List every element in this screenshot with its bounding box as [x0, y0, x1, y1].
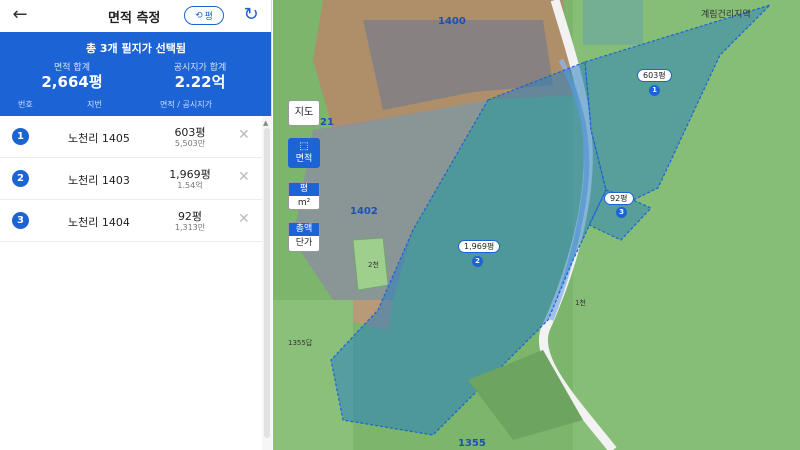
square-select-icon: ⬚ [299, 141, 309, 152]
lot-label-1355: 1355 [458, 438, 486, 449]
close-icon[interactable]: ✕ [238, 127, 250, 143]
parcel-pin-label-3[interactable]: 92평 [604, 192, 634, 205]
parcel-number-badge: 1 [12, 128, 29, 145]
swap-icon: ⟲ [195, 10, 203, 21]
unit-toggle-label: 평 [204, 12, 213, 22]
unit-m2-label: m² [297, 198, 311, 208]
map-view[interactable]: 계림건리지역 [273, 0, 800, 450]
parcel-price: 1,313만 [174, 223, 206, 232]
scrollbar-thumb[interactable] [264, 128, 270, 438]
parcel-lot: 노천리 1404 [68, 216, 130, 229]
parcel-pin-number-2[interactable]: 2 [472, 256, 483, 267]
area-measure-button[interactable]: ⬚ 면적 [288, 138, 320, 168]
area-measure-label: 면적 [295, 154, 313, 164]
close-icon[interactable]: ✕ [238, 169, 250, 185]
summary-box: 총 3개 필지가 선택됨 면적 합계 2,664평 공시지가 합계 2.22억 … [0, 32, 271, 116]
lot-label-2: 2천 [368, 261, 379, 269]
measurement-panel: ← 면적 측정 ⟲ 평 ↻ 총 3개 필지가 선택됨 면적 합계 2,664평 … [0, 0, 272, 450]
parcel-lot: 노천리 1405 [68, 132, 130, 145]
column-header-no: 번호 [18, 100, 33, 109]
lot-label-1355-paddy: 1355답 [288, 339, 313, 347]
unit-pyeong-label: 평 [289, 183, 319, 196]
parcel-pin-label-1[interactable]: 603평 [637, 69, 672, 82]
lot-label-1402: 1402 [350, 206, 378, 217]
parcel-pin-label-2[interactable]: 1,969평 [458, 240, 501, 253]
greenhouses [583, 0, 643, 45]
unit-price-label: 단가 [295, 238, 313, 248]
total-price-label: 총액 [289, 223, 319, 236]
parcel-number-badge: 3 [12, 212, 29, 229]
reset-icon[interactable]: ↻ [240, 4, 262, 26]
area-total-value: 2,664평 [41, 73, 103, 91]
back-arrow-icon[interactable]: ← [8, 4, 32, 28]
summary-title: 총 3개 필지가 선택됨 [85, 42, 187, 55]
unit-toggle-button[interactable]: ⟲ 평 [184, 6, 224, 25]
page-title: 면적 측정 [108, 11, 161, 26]
top-bar: ← 면적 측정 ⟲ 평 ↻ [0, 0, 271, 32]
lot-label-1400: 1400 [438, 16, 466, 27]
price-mode-button[interactable]: 총액 단가 [288, 222, 320, 252]
list-item[interactable]: 1 노천리 1405 603평 5,503만 ✕ [0, 116, 262, 158]
parcel-lot: 노천리 1403 [68, 174, 130, 187]
close-icon[interactable]: ✕ [238, 211, 250, 227]
parcel-number-badge: 2 [12, 170, 29, 187]
lot-label-1: 1천 [575, 299, 586, 307]
parcel-pin-number-1[interactable]: 1 [649, 85, 660, 96]
parcel-price: 5,503만 [174, 139, 206, 148]
column-header-lot: 지번 [87, 100, 102, 109]
parcel-pin-number-3[interactable]: 3 [616, 207, 627, 218]
map-type-button[interactable]: 지도 [288, 100, 320, 126]
parcel-price: 1.54억 [177, 181, 203, 190]
list-item[interactable]: 2 노천리 1403 1,969평 1.54억 ✕ [0, 158, 262, 200]
list-item[interactable]: 3 노천리 1404 92평 1,313만 ✕ [0, 200, 262, 242]
price-total-value: 2.22억 [174, 73, 226, 91]
scroll-up-icon[interactable]: ▲ [263, 119, 268, 127]
column-header-area-price: 면적 / 공시지가 [160, 100, 212, 109]
map-canvas [273, 0, 800, 450]
unit-switch-button[interactable]: 평 m² [288, 182, 320, 210]
lot-label-21: 21 [320, 117, 334, 128]
village-label: 계림건리지역 [701, 10, 751, 20]
